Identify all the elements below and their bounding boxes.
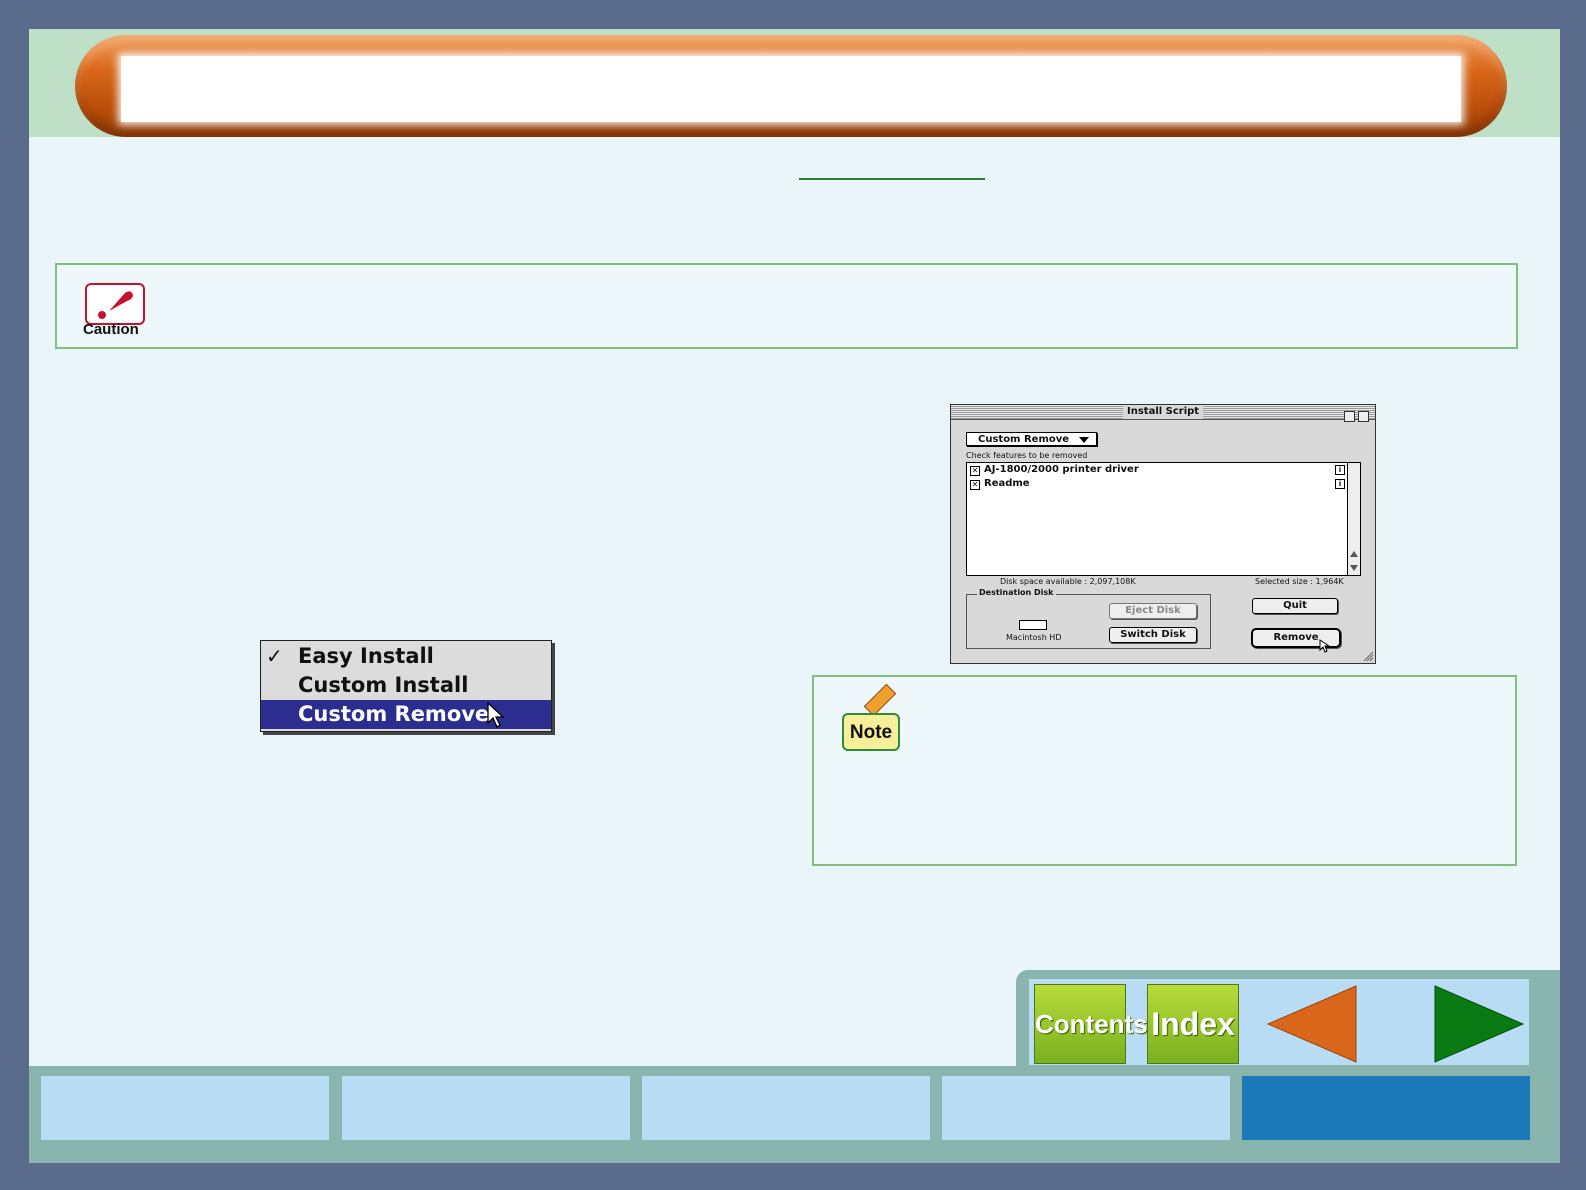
hard-disk-icon: [1019, 620, 1047, 630]
forward-arrow-icon[interactable]: [1433, 984, 1525, 1064]
back-arrow-icon[interactable]: [1266, 984, 1358, 1064]
checkmark-icon: ✓: [266, 644, 283, 668]
destination-disk-label: Destination Disk: [977, 588, 1056, 597]
checkbox-checked-icon[interactable]: ✕: [970, 480, 980, 490]
title-banner: [75, 35, 1507, 137]
pencil-icon: [863, 683, 897, 717]
navigation-panel: Contents Index: [1016, 970, 1560, 1070]
menu-item-label: Easy Install: [298, 644, 434, 668]
mouse-pointer-icon: [1319, 639, 1331, 653]
list-item-label: AJ-1800/2000 printer driver: [984, 464, 1139, 475]
features-list: ✕ AJ-1800/2000 printer driver i ✕ Readme i: [966, 462, 1361, 576]
destination-disk-group: Destination Disk Macintosh HD Eject Disk…: [966, 588, 1211, 649]
note-icon: Note: [842, 713, 900, 751]
collapse-box-icon[interactable]: [1358, 411, 1369, 422]
mouse-pointer-icon: [487, 701, 505, 736]
zoom-box-icon[interactable]: [1344, 411, 1355, 422]
caution-icon: [85, 283, 145, 325]
tab-3[interactable]: [642, 1076, 930, 1140]
dropdown-arrow-icon: [1079, 437, 1089, 443]
list-item-label: Readme: [984, 478, 1030, 489]
dialog-title: Install Script: [1123, 405, 1204, 419]
popup-value: Custom Remove: [978, 434, 1070, 445]
page-title-field: [121, 56, 1461, 122]
disk-space-available: Disk space available : 2,097,108K: [1000, 577, 1136, 586]
note-box: Note: [812, 675, 1517, 866]
disk-name: Macintosh HD: [1006, 633, 1062, 642]
title-band: [29, 29, 1560, 137]
menu-item-custom-remove[interactable]: Custom Remove: [261, 700, 551, 729]
check-features-label: Check features to be removed: [966, 451, 1088, 460]
tab-2[interactable]: [342, 1076, 630, 1140]
install-mode-popup[interactable]: Custom Remove: [966, 432, 1097, 446]
menu-item-easy-install[interactable]: ✓ Easy Install: [261, 642, 551, 671]
menu-item-label: Custom Remove: [298, 702, 490, 726]
info-icon[interactable]: i: [1335, 465, 1345, 475]
list-item[interactable]: ✕ AJ-1800/2000 printer driver i: [970, 463, 1345, 477]
switch-disk-button[interactable]: Switch Disk: [1109, 627, 1197, 643]
checkbox-checked-icon[interactable]: ✕: [970, 466, 980, 476]
contents-button[interactable]: Contents: [1034, 984, 1148, 1064]
dialog-title-bar[interactable]: Install Script: [951, 405, 1375, 422]
page: Caution ✓ Easy Install Custom Install Cu…: [29, 29, 1560, 1163]
eject-disk-button[interactable]: Eject Disk: [1109, 603, 1197, 619]
selected-size: Selected size : 1,964K: [1255, 577, 1344, 586]
list-scrollbar[interactable]: [1347, 463, 1360, 575]
tab-4[interactable]: [942, 1076, 1230, 1140]
top-link[interactable]: [799, 178, 985, 180]
resize-grip-icon[interactable]: [1362, 650, 1374, 662]
menu-item-custom-install[interactable]: Custom Install: [261, 671, 551, 700]
tab-1[interactable]: [41, 1076, 329, 1140]
caution-box: Caution: [55, 263, 1518, 349]
info-icon[interactable]: i: [1335, 479, 1345, 489]
caution-label: Caution: [83, 321, 139, 338]
install-type-menu: ✓ Easy Install Custom Install Custom Rem…: [260, 640, 552, 732]
index-button[interactable]: Index: [1147, 984, 1239, 1064]
install-script-dialog: Install Script Custom Remove Check featu…: [950, 404, 1376, 664]
list-item[interactable]: ✕ Readme i: [970, 477, 1345, 491]
menu-item-label: Custom Install: [298, 673, 469, 697]
quit-button[interactable]: Quit: [1252, 598, 1338, 614]
tab-5-active[interactable]: [1242, 1076, 1530, 1140]
